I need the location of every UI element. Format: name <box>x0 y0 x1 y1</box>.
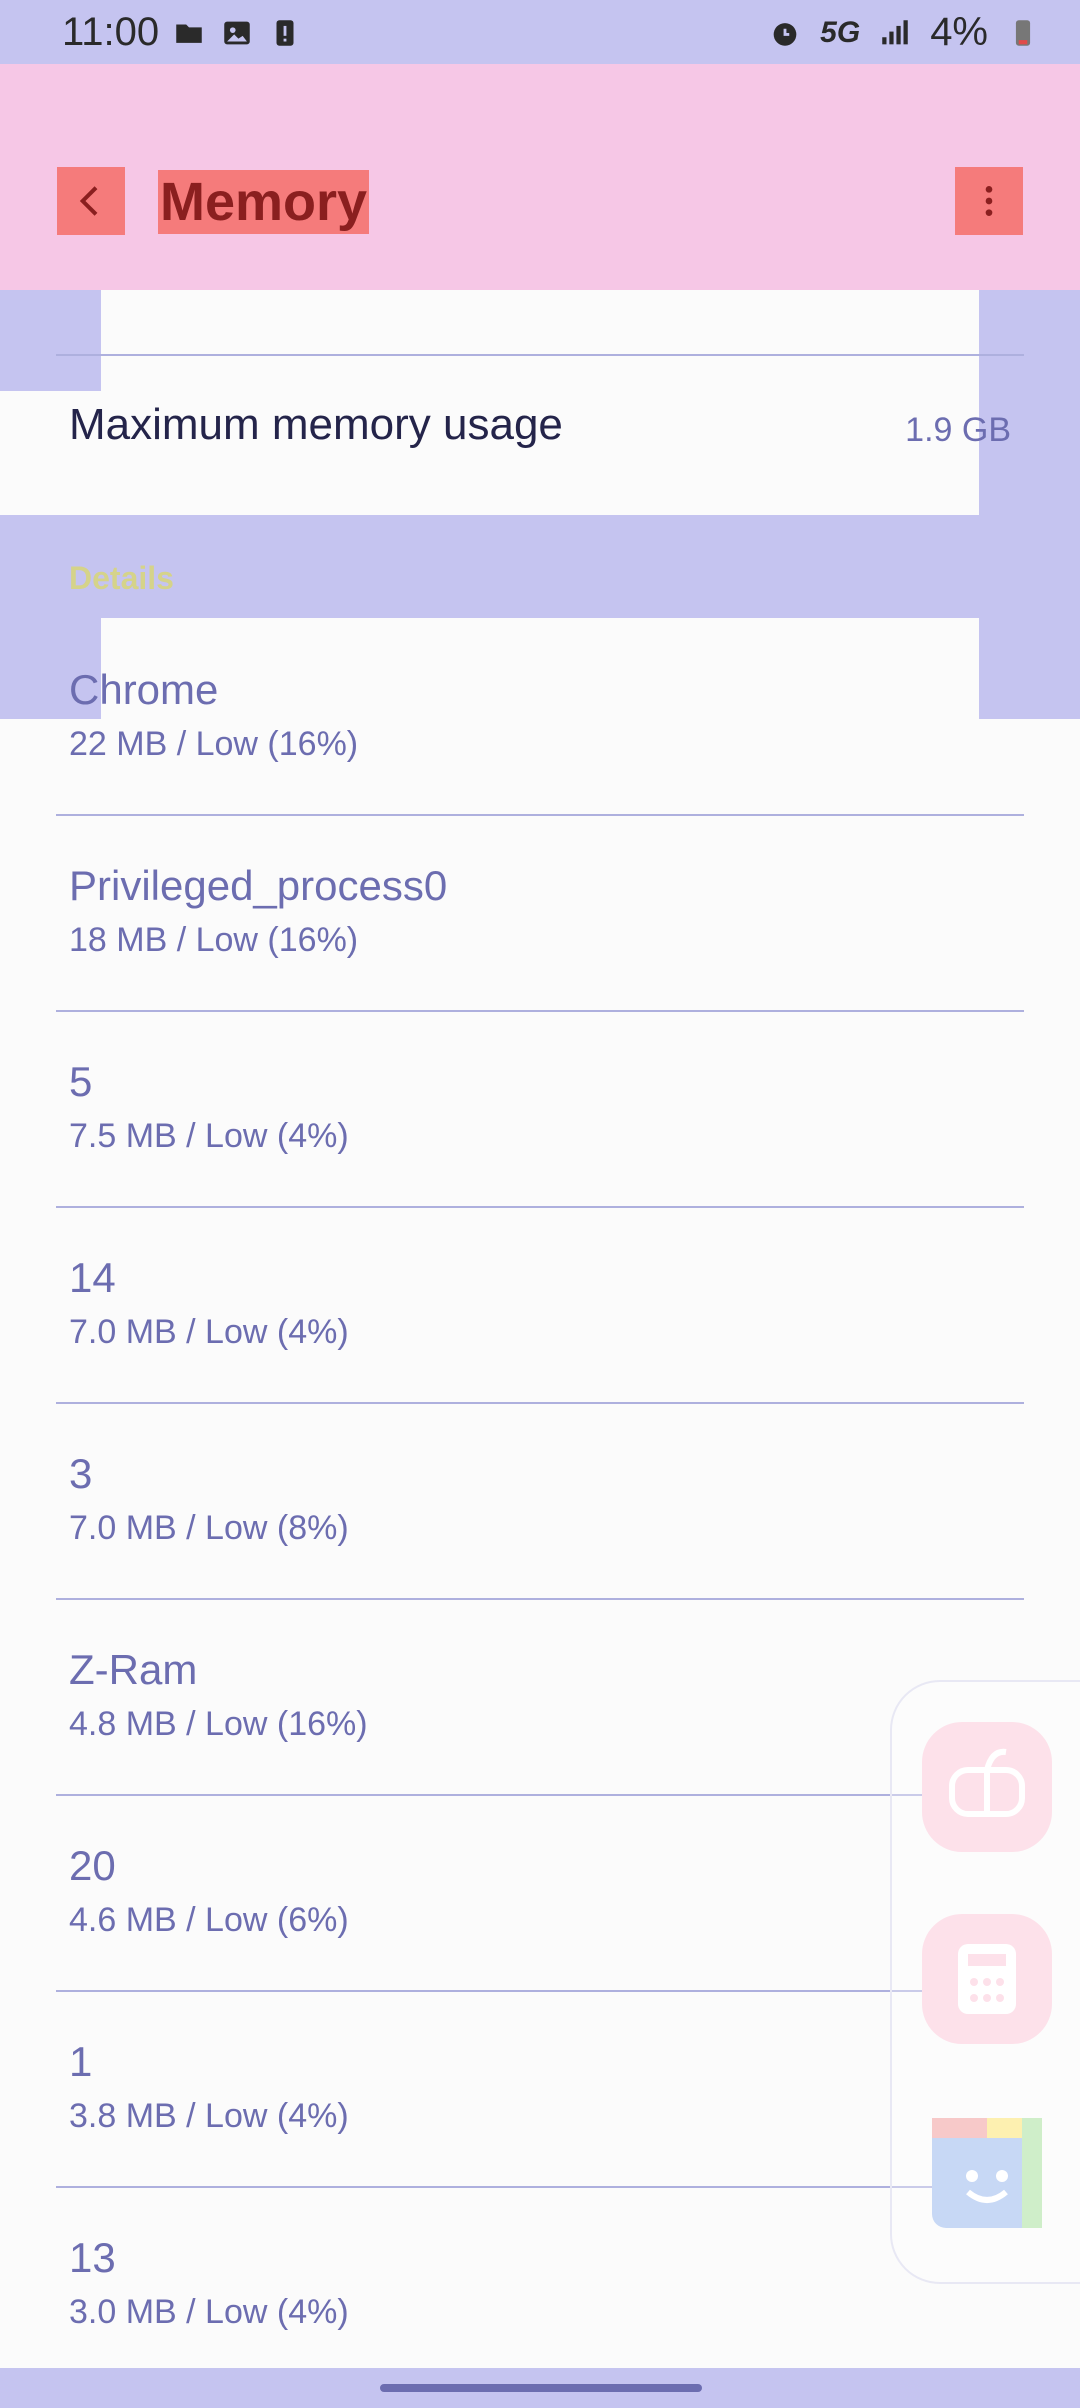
list-item[interactable]: 3 7.0 MB / Low (8%) <box>69 1448 1009 1550</box>
list-item[interactable]: 14 7.0 MB / Low (4%) <box>69 1252 1009 1354</box>
process-usage: 7.0 MB / Low (8%) <box>69 1509 349 1547</box>
process-name: Z-Ram <box>69 1646 198 1693</box>
alert-icon <box>276 20 294 46</box>
calculator-icon[interactable] <box>922 1914 1052 2044</box>
battery-percent: 4% <box>930 10 988 54</box>
process-usage: 7.5 MB / Low (4%) <box>69 1117 349 1155</box>
divider <box>56 1206 1024 1208</box>
page-title: Memory <box>158 170 370 234</box>
divider <box>56 814 1024 816</box>
list-item[interactable]: 1 3.8 MB / Low (4%) <box>69 2036 1009 2138</box>
battery-icon <box>1015 19 1031 46</box>
status-bar: 11:00 5G 4% <box>0 0 1080 64</box>
process-usage: 3.0 MB / Low (4%) <box>69 2293 349 2331</box>
max-memory-label: Maximum memory usage <box>69 400 563 449</box>
divider <box>56 1990 1024 1992</box>
divider <box>56 1402 1024 1404</box>
home-indicator[interactable] <box>380 2384 702 2392</box>
network-type: 5G <box>820 15 861 49</box>
process-usage: 4.6 MB / Low (6%) <box>69 1901 349 1939</box>
more-vertical-icon <box>985 186 993 216</box>
process-usage: 3.8 MB / Low (4%) <box>69 2097 349 2135</box>
divider <box>56 1010 1024 1012</box>
divider <box>56 354 1024 356</box>
bixby-icon[interactable] <box>932 2118 1042 2228</box>
list-item[interactable]: Chrome 22 MB / Low (16%) <box>69 664 1009 766</box>
edge-panel[interactable] <box>890 1680 1080 2284</box>
status-time: 11:00 <box>62 10 160 54</box>
game-launcher-icon[interactable] <box>922 1722 1052 1852</box>
list-item[interactable]: Privileged_process0 18 MB / Low (16%) <box>69 860 1009 962</box>
more-options-button[interactable] <box>955 167 1023 235</box>
folder-icon <box>176 24 202 43</box>
signal-icon <box>882 19 908 44</box>
process-name: 14 <box>69 1254 116 1301</box>
process-usage: 18 MB / Low (16%) <box>69 921 359 959</box>
process-name: 3 <box>69 1450 93 1497</box>
status-left-icons <box>172 16 302 50</box>
image-icon <box>224 21 250 45</box>
process-name: 1 <box>69 2038 93 2085</box>
back-button[interactable] <box>57 167 125 235</box>
process-name: 20 <box>69 1842 116 1889</box>
process-usage: 4.8 MB / Low (16%) <box>69 1705 368 1743</box>
process-name: Privileged_process0 <box>69 862 448 909</box>
max-memory-value: 1.9 GB <box>905 411 1011 449</box>
list-item[interactable]: Z-Ram 4.8 MB / Low (16%) <box>69 1644 1009 1746</box>
alarm-icon <box>773 22 797 46</box>
list-item[interactable]: 20 4.6 MB / Low (6%) <box>69 1840 1009 1942</box>
divider <box>56 2186 1024 2188</box>
list-item[interactable]: 13 3.0 MB / Low (4%) <box>69 2232 1009 2334</box>
process-name: Chrome <box>69 666 219 713</box>
divider <box>56 1794 1024 1796</box>
process-name: 5 <box>69 1058 93 1105</box>
process-name: 13 <box>69 2234 116 2281</box>
process-usage: 7.0 MB / Low (4%) <box>69 1313 349 1351</box>
divider <box>56 1598 1024 1600</box>
list-item[interactable]: 5 7.5 MB / Low (4%) <box>69 1056 1009 1158</box>
back-icon <box>79 186 98 216</box>
process-usage: 22 MB / Low (16%) <box>69 725 359 763</box>
status-right: 5G 4% <box>768 10 1040 55</box>
details-section-header: Details <box>69 560 174 596</box>
